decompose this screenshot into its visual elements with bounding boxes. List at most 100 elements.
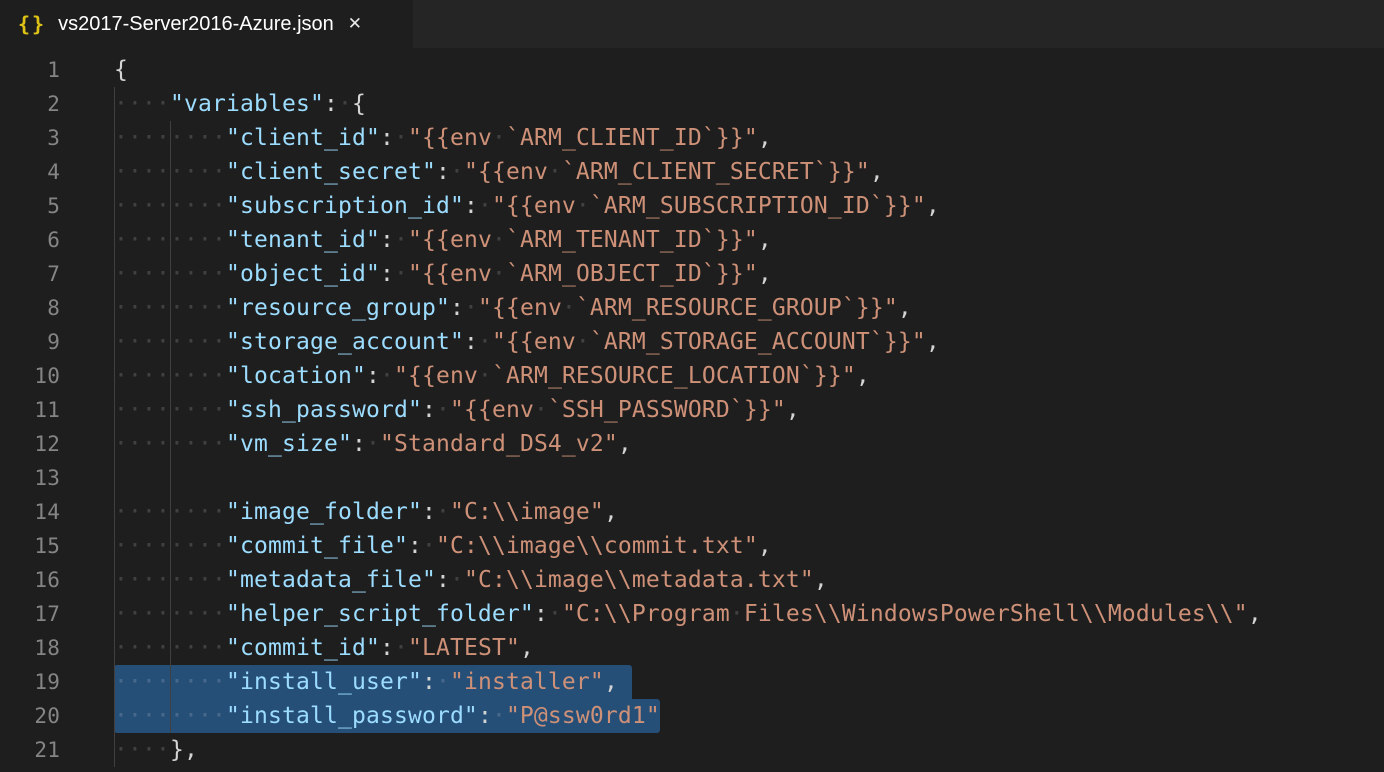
code-line[interactable]: 14········"image_folder":·"C:\\image", (0, 495, 1384, 529)
json-punctuation: : (464, 193, 478, 219)
whitespace-dots: ········ (114, 125, 226, 151)
whitespace-dots: · (464, 295, 478, 321)
json-string-value: "C:\\image\\commit.txt" (436, 533, 758, 559)
selected-newline (618, 688, 632, 689)
json-key: "tenant_id" (226, 227, 380, 253)
whitespace-dots: · (436, 669, 450, 695)
code-line[interactable]: 6········"tenant_id":·"{{env·`ARM_TENANT… (0, 223, 1384, 257)
code-line[interactable]: 20········"install_password":·"P@ssw0rd1… (0, 699, 1384, 733)
json-key: "client_id" (226, 125, 380, 151)
json-key: "vm_size" (226, 431, 352, 457)
code-line[interactable]: 13 (0, 461, 1384, 495)
whitespace-dots: · (548, 601, 562, 627)
line-number[interactable]: 7 (0, 257, 60, 291)
whitespace-dots: ········ (114, 227, 226, 253)
code-line[interactable]: 15········"commit_file":·"C:\\image\\com… (0, 529, 1384, 563)
json-punctuation: : (464, 329, 478, 355)
whitespace-dots: ········ (114, 499, 226, 525)
code-line[interactable]: 18········"commit_id":·"LATEST", (0, 631, 1384, 665)
json-key: "location" (226, 363, 366, 389)
json-punctuation: , (604, 499, 618, 525)
line-number[interactable]: 9 (0, 325, 60, 359)
code-line[interactable]: 1{ (0, 53, 1384, 87)
json-string-value: "{{env (492, 193, 576, 219)
line-number[interactable]: 18 (0, 631, 60, 665)
json-punctuation: , (898, 295, 912, 321)
line-number[interactable]: 11 (0, 393, 60, 427)
whitespace-dots: · (450, 159, 464, 185)
code-line[interactable]: 19········"install_user":·"installer", (0, 665, 1384, 699)
json-punctuation: : (478, 703, 492, 729)
json-punctuation: , (814, 567, 828, 593)
json-punctuation: , (870, 159, 884, 185)
line-number[interactable]: 3 (0, 121, 60, 155)
json-string-value: "C:\\image\\metadata.txt" (464, 567, 814, 593)
json-punctuation: , (758, 125, 772, 151)
code-line[interactable]: 12········"vm_size":·"Standard_DS4_v2", (0, 427, 1384, 461)
line-number[interactable]: 8 (0, 291, 60, 325)
json-string-value: "{{env (408, 125, 492, 151)
code-line[interactable]: 11········"ssh_password":·"{{env·`SSH_PA… (0, 393, 1384, 427)
whitespace-dots: · (478, 363, 492, 389)
code-line[interactable]: 21 ····}, (0, 733, 1384, 767)
json-punctuation: , (926, 193, 940, 219)
json-punctuation: , (758, 227, 772, 253)
whitespace-dots: · (436, 499, 450, 525)
whitespace-dots: · (394, 261, 408, 287)
json-string-value: "{{env (394, 363, 478, 389)
code-line[interactable]: 16········"metadata_file":·"C:\\image\\m… (0, 563, 1384, 597)
json-punctuation: : (436, 159, 450, 185)
editor[interactable]: 1{2····"variables":·{3········"client_id… (0, 48, 1384, 767)
line-number[interactable]: 21 (0, 733, 60, 767)
json-string-value: "{{env (408, 261, 492, 287)
editor-lines: 1{2····"variables":·{3········"client_id… (0, 53, 1384, 767)
close-tab-icon[interactable]: ✕ (348, 14, 362, 34)
tab-vs2017-server2016-azure-json[interactable]: {} vs2017-Server2016-Azure.json ✕ (0, 0, 413, 48)
line-number[interactable]: 17 (0, 597, 60, 631)
json-punctuation: : (380, 227, 394, 253)
json-key: "client_secret" (226, 159, 436, 185)
code-line[interactable]: 5········"subscription_id":·"{{env·`ARM_… (0, 189, 1384, 223)
code-line[interactable]: 9········"storage_account":·"{{env·`ARM_… (0, 325, 1384, 359)
line-number[interactable]: 6 (0, 223, 60, 257)
line-number[interactable]: 13 (0, 461, 60, 495)
whitespace-dots: · (338, 91, 352, 117)
line-number[interactable]: 16 (0, 563, 60, 597)
code-line[interactable]: 4········"client_secret":·"{{env·`ARM_CL… (0, 155, 1384, 189)
whitespace-dots: · (492, 261, 506, 287)
line-number[interactable]: 15 (0, 529, 60, 563)
code-line[interactable]: 10········"location":·"{{env·`ARM_RESOUR… (0, 359, 1384, 393)
code-line[interactable]: 3········"client_id":·"{{env·`ARM_CLIENT… (0, 121, 1384, 155)
line-number[interactable]: 10 (0, 359, 60, 393)
line-number[interactable]: 2 (0, 87, 60, 121)
json-file-icon: {} (18, 12, 46, 36)
json-key: "helper_script_folder" (226, 601, 534, 627)
json-punctuation: }, (170, 737, 198, 763)
whitespace-dots: ········ (114, 635, 226, 661)
whitespace-dots: ········ (114, 363, 226, 389)
whitespace-dots: · (394, 227, 408, 253)
json-string-value: `ARM_CLIENT_SECRET`}}" (562, 159, 870, 185)
json-punctuation: : (422, 669, 436, 695)
whitespace-dots: · (478, 193, 492, 219)
code-line[interactable]: 2····"variables":·{ (0, 87, 1384, 121)
code-line[interactable]: 8········"resource_group":·"{{env·`ARM_R… (0, 291, 1384, 325)
line-number[interactable]: 1 (0, 53, 60, 87)
code-line[interactable]: 17········"helper_script_folder":·"C:\\P… (0, 597, 1384, 631)
line-number[interactable]: 14 (0, 495, 60, 529)
line-number[interactable]: 12 (0, 427, 60, 461)
whitespace-dots: · (576, 329, 590, 355)
whitespace-dots: ········ (114, 601, 226, 627)
tab-bar: {} vs2017-Server2016-Azure.json ✕ (0, 0, 1384, 48)
line-number[interactable]: 4 (0, 155, 60, 189)
whitespace-dots: ···· (114, 737, 170, 763)
json-string-value: "installer" (450, 669, 604, 695)
whitespace-dots: · (380, 363, 394, 389)
code-line[interactable]: 7········"object_id":·"{{env·`ARM_OBJECT… (0, 257, 1384, 291)
line-number[interactable]: 19 (0, 665, 60, 699)
json-string-value: "C:\\image" (450, 499, 604, 525)
line-number[interactable]: 20 (0, 699, 60, 733)
json-punctuation: , (758, 533, 772, 559)
json-punctuation: : (422, 397, 436, 423)
line-number[interactable]: 5 (0, 189, 60, 223)
